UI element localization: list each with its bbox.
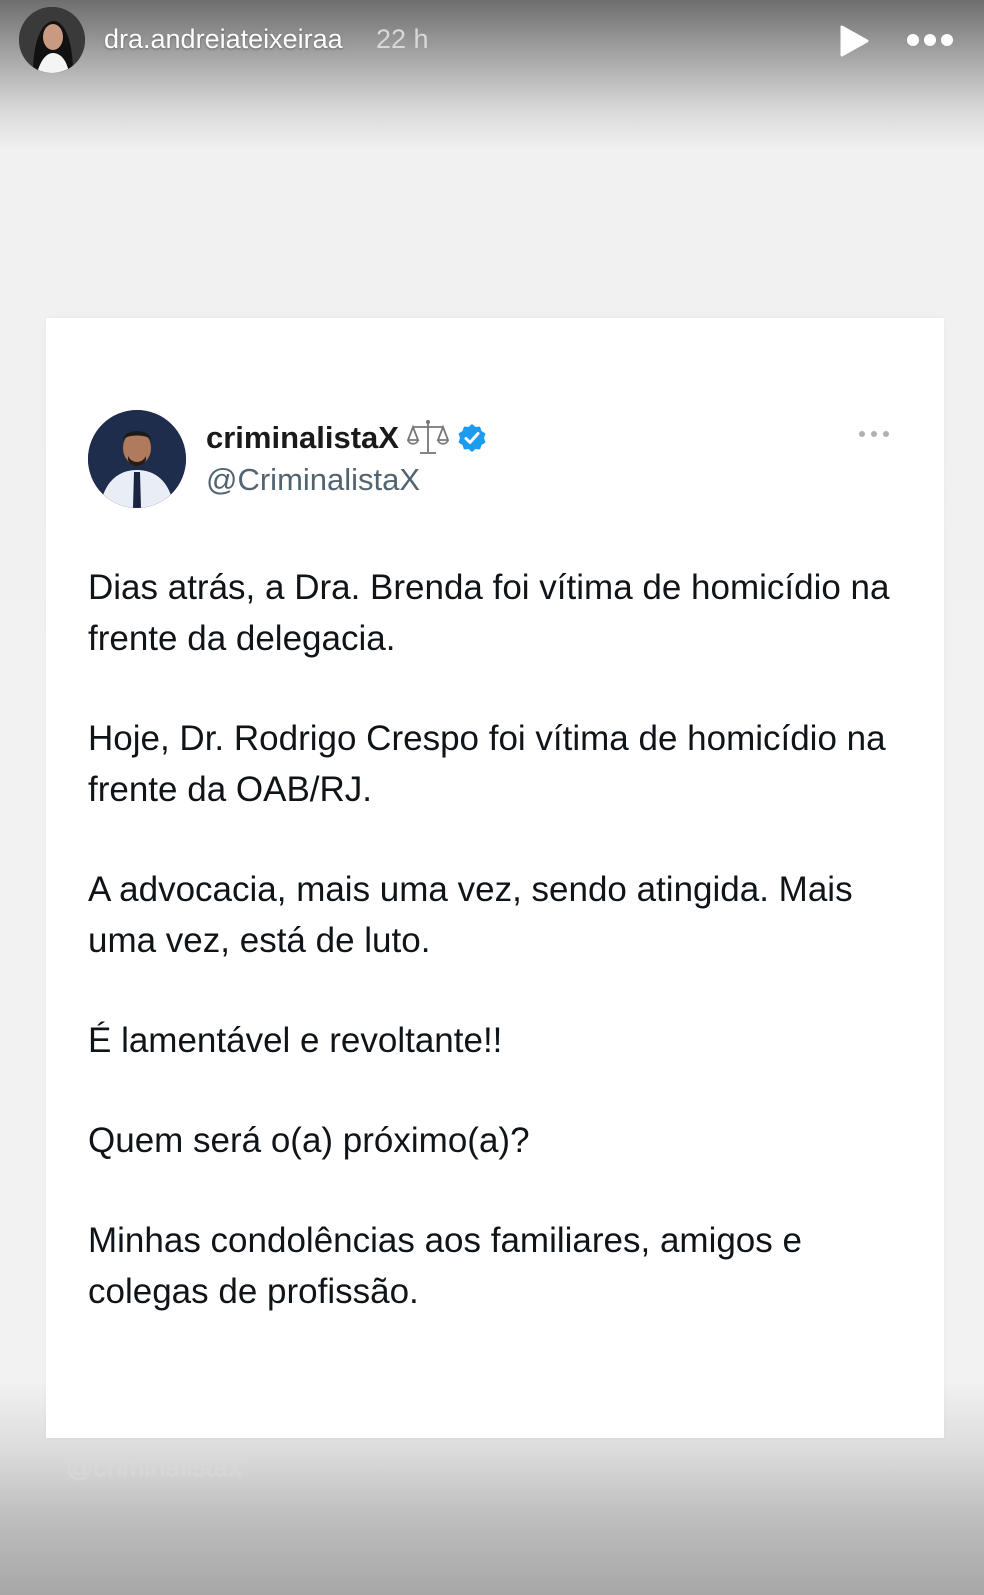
tweet-paragraph: A advocacia, mais uma vez, sendo atingid… (88, 870, 853, 960)
story-header: dra.andreiateixeiraa 22 h (0, 0, 984, 84)
scales-icon (406, 420, 449, 454)
more-horizontal-icon[interactable] (856, 428, 892, 440)
story-username[interactable]: dra.andreiateixeiraa (104, 24, 343, 55)
tweet-paragraph: É lamentável e revoltante!! (88, 1021, 503, 1060)
verified-badge-icon (458, 424, 486, 452)
tweet-card: criminalistaX @CriminalistaX Dias atrás,… (46, 318, 944, 1438)
story-avatar[interactable] (19, 7, 85, 73)
tweet-avatar[interactable] (88, 410, 186, 508)
tweet-paragraph: Quem será o(a) próximo(a)? (88, 1121, 530, 1160)
play-icon[interactable] (838, 24, 870, 58)
handle[interactable]: @CriminalistaX (206, 462, 420, 498)
story-timestamp: 22 h (376, 24, 429, 54)
tweet-paragraph: Dias atrás, a Dra. Brenda foi vítima de … (88, 568, 890, 658)
tweet-paragraph: Hoje, Dr. Rodrigo Crespo foi vítima de h… (88, 719, 886, 809)
tweet-body: Dias atrás, a Dra. Brenda foi vítima de … (88, 562, 908, 1366)
display-name[interactable]: criminalistaX (206, 418, 487, 458)
mention-watermark[interactable]: @criminalistax (66, 1452, 242, 1483)
more-icon[interactable] (906, 28, 954, 52)
tweet-paragraph: Minhas condolências aos familiares, amig… (88, 1221, 802, 1311)
display-name-text: criminalistaX (206, 420, 399, 455)
profile-photo-icon (19, 7, 85, 73)
profile-photo-icon (88, 410, 186, 508)
